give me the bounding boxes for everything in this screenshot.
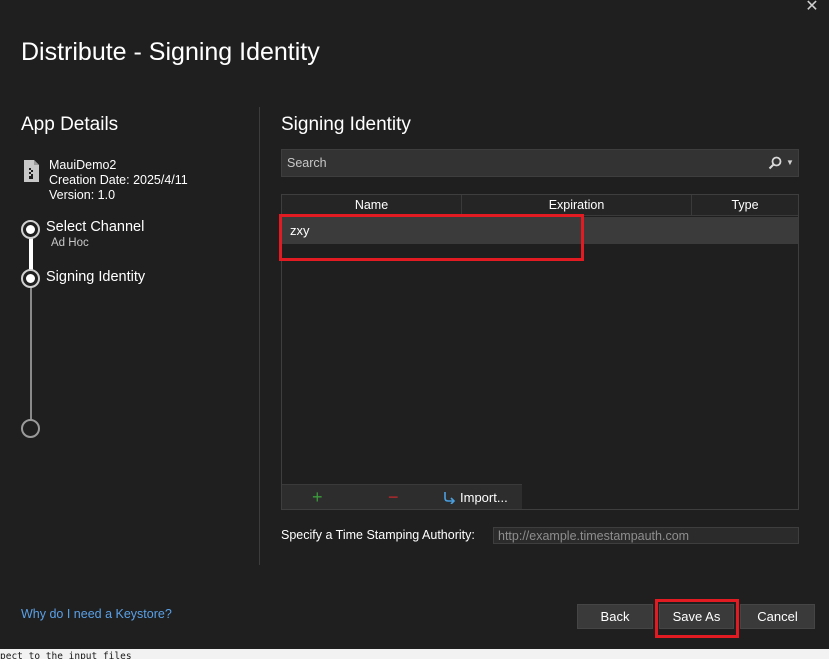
step-final-marker <box>21 419 40 438</box>
step-select-channel-sub: Ad Hoc <box>51 237 89 249</box>
step-select-channel-marker <box>21 220 40 239</box>
pane-divider <box>259 107 260 565</box>
step-select-channel-label[interactable]: Select Channel <box>46 219 144 235</box>
remove-icon[interactable]: − <box>388 485 399 510</box>
app-name: MauiDemo2 <box>49 158 117 172</box>
signing-identity-heading: Signing Identity <box>281 114 411 135</box>
import-label: Import... <box>460 490 508 505</box>
column-header-expiration[interactable]: Expiration <box>462 195 692 216</box>
table-toolbar: + − Import... <box>282 484 522 509</box>
step-signing-identity-marker <box>21 269 40 288</box>
app-version: Version: 1.0 <box>49 188 116 202</box>
table-row[interactable]: zxy <box>282 217 798 244</box>
app-details-heading: App Details <box>21 114 119 135</box>
step-signing-identity-label[interactable]: Signing Identity <box>46 269 145 285</box>
keystore-help-link[interactable]: Why do I need a Keystore? <box>21 607 172 621</box>
tsa-input[interactable] <box>493 527 799 544</box>
search-icon[interactable] <box>768 156 782 170</box>
signing-identity-table: Name Expiration Type zxy + − Import... <box>281 194 799 510</box>
row-name-cell: zxy <box>290 223 310 238</box>
column-header-type[interactable]: Type <box>692 195 798 216</box>
search-input[interactable] <box>282 150 752 176</box>
tsa-label: Specify a Time Stamping Authority: <box>281 528 475 542</box>
app-creation-date: Creation Date: 2025/4/11 <box>49 173 188 187</box>
search-box: ▼ <box>281 149 799 177</box>
close-icon: ✕ <box>805 0 819 15</box>
file-zip-icon <box>24 160 39 182</box>
back-button[interactable]: Back <box>577 604 653 629</box>
search-options-chevron-icon[interactable]: ▼ <box>786 156 794 170</box>
status-strip: pect to the input files <box>0 649 829 659</box>
status-text: pect to the input files <box>0 651 132 659</box>
save-as-button[interactable]: Save As <box>659 604 734 629</box>
dialog-title: Distribute - Signing Identity <box>21 38 320 66</box>
import-arrow-icon <box>444 492 456 505</box>
add-icon[interactable]: + <box>312 485 323 510</box>
close-button[interactable]: ✕ <box>800 0 824 16</box>
table-header: Name Expiration Type <box>282 195 798 216</box>
cancel-button[interactable]: Cancel <box>740 604 815 629</box>
app-info: MauiDemo2 Creation Date: 2025/4/11 Versi… <box>49 158 188 203</box>
import-button[interactable]: Import... <box>442 485 508 510</box>
column-header-name[interactable]: Name <box>282 195 462 216</box>
